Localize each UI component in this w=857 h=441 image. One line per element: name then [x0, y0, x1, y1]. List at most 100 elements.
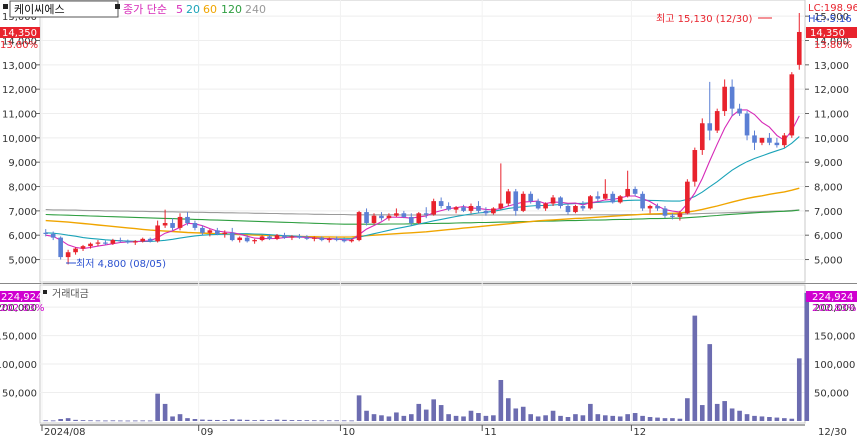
legend-ma20: 20	[186, 3, 200, 16]
candle-body	[573, 205, 578, 213]
candle-body	[43, 232, 49, 234]
candle-body	[326, 238, 332, 241]
price-tick-label-left: 12,000	[2, 85, 37, 96]
candle-body	[617, 196, 623, 203]
candle-body	[707, 123, 713, 131]
change-pct-left: 13.80%	[0, 40, 38, 51]
volume-bar	[237, 419, 243, 421]
candle-body	[50, 233, 56, 238]
price-tick-label-left: 8,000	[8, 183, 37, 194]
volume-bar	[408, 414, 414, 421]
candle-body	[349, 240, 354, 242]
candle-body	[520, 193, 526, 211]
volume-bar	[759, 416, 765, 421]
volume-bar	[244, 419, 250, 421]
candle-body	[580, 205, 586, 209]
volume-bar	[789, 418, 795, 421]
volume-bar	[573, 414, 578, 421]
candle-body	[95, 242, 101, 244]
candle-body	[416, 213, 422, 224]
volume-bar	[632, 413, 638, 421]
volume-bar	[476, 413, 481, 421]
price-tick-label-left: 5,000	[8, 256, 37, 267]
price-tick-label-right: 12,000	[814, 85, 849, 96]
volume-tick-label-right: 50,000	[814, 389, 849, 400]
volume-bar	[289, 420, 295, 421]
candle-body	[73, 248, 78, 253]
volume-bar	[95, 420, 101, 422]
volume-bar	[729, 408, 735, 421]
candle-body	[237, 237, 243, 241]
volume-bar	[468, 410, 474, 421]
candlestick-series	[43, 13, 802, 265]
volume-bar	[222, 420, 228, 421]
volume-bar	[185, 418, 190, 421]
volume-bar	[416, 403, 422, 421]
high-annotation: 최고 15,130 (12/30)	[656, 13, 752, 25]
volume-bar	[699, 405, 705, 421]
volume-bar	[252, 420, 257, 421]
volume-bar	[304, 420, 310, 422]
volume-bar	[207, 419, 213, 421]
price-tick-label-left: 7,000	[8, 207, 37, 218]
candle-body	[319, 237, 325, 241]
candle-body	[685, 181, 690, 214]
candle-body	[155, 225, 160, 242]
candle-body	[80, 246, 86, 249]
candle-body	[215, 230, 220, 234]
candle-body	[632, 188, 638, 194]
volume-bar	[170, 416, 175, 421]
axis-tick-labels: 5,000 5,000 6,000 6,000 7,000 7,000 8,000 8,000…	[0, 12, 855, 438]
x-tick-label: 12/30	[818, 427, 847, 437]
candle-body	[446, 205, 451, 210]
volume-bar	[58, 419, 63, 421]
volume-bar	[125, 420, 131, 422]
x-tick-label: 09	[201, 427, 214, 437]
volume-bar	[685, 398, 690, 421]
volume-bar	[752, 415, 757, 421]
candle-body	[625, 188, 630, 197]
volume-bar	[192, 419, 198, 421]
volume-bar	[394, 412, 399, 421]
volume-tick-label-left: 50,000	[2, 389, 37, 400]
candle-body	[58, 237, 63, 258]
candle-body	[259, 236, 265, 241]
candle-body	[565, 205, 571, 213]
volume-bar	[782, 418, 787, 421]
ma-type-label: 종가 단순	[123, 3, 167, 16]
price-tick-label-right: 11,000	[814, 110, 849, 121]
candle-body	[147, 238, 153, 242]
volume-bar	[177, 414, 183, 421]
candle-body	[341, 240, 347, 242]
x-tick-label: 11	[484, 427, 497, 437]
stock-chart-svg: 5,000 5,000 6,000 6,000 7,000 7,000 8,000 8,000…	[0, 0, 857, 438]
candle-body	[65, 252, 71, 258]
candle-body	[647, 205, 653, 209]
candle-body	[550, 197, 556, 204]
volume-bar	[200, 419, 205, 421]
hc-readout: HC:-5.16	[808, 14, 852, 25]
candle-body	[252, 240, 257, 242]
candle-body	[140, 238, 146, 242]
candle-body	[782, 135, 787, 146]
volume-bar	[550, 410, 556, 421]
volume-bar	[438, 405, 444, 421]
volume-bar	[401, 415, 407, 421]
candle-body	[662, 208, 668, 216]
volume-bar	[155, 393, 160, 421]
candle-body	[528, 193, 533, 202]
volume-bar	[453, 415, 459, 421]
price-tick-label-right: 6,000	[814, 231, 843, 242]
candle-body	[371, 215, 377, 224]
candle-body	[408, 216, 414, 224]
legend: 케이씨에스 종가 단순 5 20 60 120 240	[3, 0, 266, 18]
candle-body	[714, 111, 720, 131]
candle-body	[431, 201, 437, 215]
volume-tick-label-left: 150,000	[0, 332, 37, 343]
candle-body	[595, 196, 601, 199]
candle-body	[476, 205, 481, 211]
candle-body	[297, 236, 302, 238]
x-tick-label: 10	[342, 427, 355, 437]
volume-bar	[103, 420, 108, 422]
ma-legend-marker	[115, 4, 120, 9]
